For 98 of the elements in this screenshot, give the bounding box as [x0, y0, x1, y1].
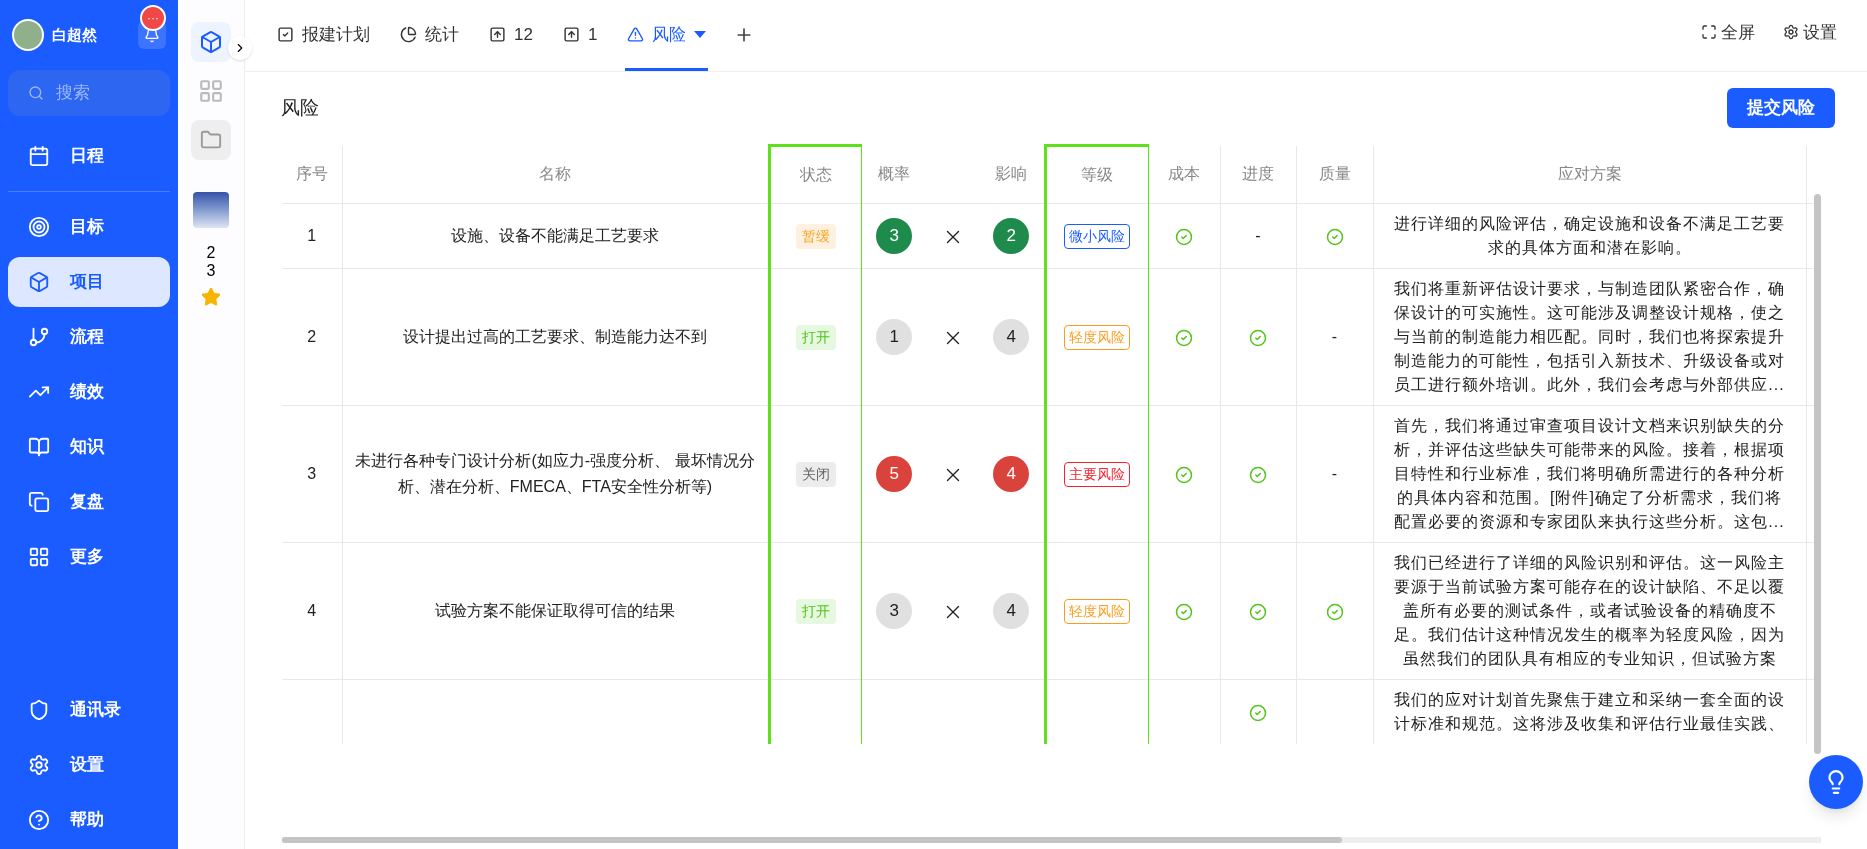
help-icon [28, 809, 50, 831]
settings-button[interactable]: 设置 [1783, 19, 1837, 45]
row-number: 4 [307, 602, 317, 619]
horizontal-scrollbar[interactable] [282, 837, 1342, 843]
cards-icon [28, 491, 50, 513]
check-icon [1249, 703, 1267, 722]
arrow-up-square-icon [562, 26, 580, 43]
row-number: 2 [307, 328, 317, 345]
search-icon [28, 85, 44, 101]
nav-item[interactable]: 目标 [8, 202, 170, 252]
fullscreen-icon [1701, 24, 1717, 41]
check-icon [1175, 602, 1193, 621]
target-icon [28, 216, 50, 238]
column-header: 等级 [1045, 145, 1148, 204]
check-icon [1175, 328, 1193, 347]
risk-level-tag: 轻度风险 [1064, 598, 1130, 624]
row-number: 1 [307, 227, 317, 244]
response-plan-text: 首先，我们将通过审查项目设计文档来识别缺失的分析，并评估这些缺失可能带来的风险。接着，根据项目特性和行业标准，我们将明确所需进行的各种分析的具体内容和范围。[附件]确定了分析需求，我们将配置必要的资源和专家团队来执行这些分析。这包... [1394, 417, 1785, 530]
column-header: 成本 [1148, 145, 1220, 204]
column-header: 概率 [861, 145, 927, 204]
check-icon [1325, 227, 1344, 246]
check-square-icon [277, 26, 294, 43]
status-tag: 关闭 [795, 461, 836, 487]
tab[interactable]: 12 [487, 1, 535, 71]
nav-item[interactable]: 项目 [8, 257, 170, 307]
nav-item[interactable]: 流程 [8, 312, 170, 362]
check-icon [1175, 227, 1193, 246]
arrow-up-square-icon [489, 26, 506, 43]
tab[interactable]: 1 [560, 1, 600, 71]
search-placeholder: 搜索 [56, 82, 90, 105]
flow-icon [28, 326, 50, 348]
status-tag: 打开 [795, 324, 836, 350]
dash-text: - [1331, 328, 1338, 345]
check-icon [1249, 602, 1267, 621]
check-icon [1175, 465, 1193, 484]
vertical-scrollbar[interactable] [1814, 194, 1821, 754]
submit-risk-button[interactable]: 提交风险 [1727, 88, 1835, 128]
column-header: 应对方案 [1373, 145, 1806, 204]
nav-item[interactable]: 更多 [8, 532, 170, 582]
star-icon [201, 287, 221, 308]
column-header: 进度 [1220, 145, 1296, 204]
pie-chart-icon [400, 26, 417, 43]
cube-icon[interactable] [191, 22, 231, 62]
cube-icon [28, 271, 50, 293]
tab[interactable]: 报建计划 [275, 1, 372, 71]
response-plan-text: 我们将重新评估设计要求，与制造团队紧密合作，确保设计的可实施性。这可能涉及调整设计规格，使之与当前的制造能力相匹配。同时，我们也将探索提升制造能力的可能性，包括引入新技术、升级设备或对员工进行额外培训。此外，我们会考虑与外部供应... [1394, 280, 1785, 393]
risk-level-tag: 轻度风险 [1064, 324, 1130, 350]
tab[interactable]: 风险 [625, 1, 709, 71]
tab[interactable]: 统计 [398, 1, 461, 71]
folder-button[interactable] [191, 120, 231, 160]
check-icon [1249, 465, 1267, 484]
dash-text: - [1331, 465, 1338, 482]
settings-icon [1783, 24, 1799, 41]
response-plan-text: 我们已经进行了详细的风险识别和评估。这一风险主要源于当前试验方案可能存在的设计缺陷、不足以覆盖所有必要的测试条件，或者试验设备的精确度不足。我们估计这种情况发生的概率为轻度风险，因为虽然我们的团队具有相应的专业知识，但试验方案 [1394, 554, 1785, 667]
settings-icon [28, 754, 50, 776]
expand-button[interactable] [228, 36, 252, 60]
column-header: 影响 [979, 145, 1045, 204]
column-header: 名称 [342, 145, 769, 204]
risk-name: 设施、设备不能满足工艺要求 [451, 227, 659, 244]
row-number: 3 [307, 465, 317, 482]
grid-icon [28, 546, 50, 568]
risk-level-tag: 微小风险 [1064, 223, 1130, 249]
caret-icon [694, 31, 707, 38]
nav-item[interactable]: 通讯录 [8, 685, 170, 735]
dash-text: - [1255, 227, 1261, 244]
warning-icon [627, 26, 645, 43]
nav-item[interactable]: 日程 [8, 131, 170, 181]
nav-item[interactable]: 复盘 [8, 477, 170, 527]
nav-item[interactable]: 设置 [8, 740, 170, 790]
fullscreen-button[interactable]: 全屏 [1701, 19, 1755, 45]
more-badge[interactable]: ··· [140, 5, 166, 31]
shield-icon [28, 699, 50, 721]
book-icon [28, 436, 50, 458]
calendar-icon [28, 145, 50, 167]
status-tag: 打开 [795, 598, 836, 624]
risk-name: 未进行各种专门设计分析(如应力-强度分析、 最坏情况分析、潜在分析、FMECA、FTA安全性分析等) [355, 452, 755, 495]
column-header: 状态 [769, 145, 861, 204]
column-header: 序号 [282, 145, 342, 204]
risk-level-tag: 主要风险 [1064, 461, 1130, 487]
response-plan-text: 我们的应对计划首先聚焦于建立和采纳一套全面的设计标准和规范。这将涉及收集和评估行业最佳实践、 [1394, 691, 1785, 732]
lightbulb-button[interactable] [1809, 755, 1863, 809]
status-tag: 暂缓 [795, 223, 836, 249]
page-title: 风险 [281, 95, 319, 120]
nav-item[interactable]: 知识 [8, 422, 170, 472]
avatar [12, 19, 44, 51]
risk-name: 试验方案不能保证取得可信的结果 [435, 602, 675, 619]
nav-item[interactable]: 绩效 [8, 367, 170, 417]
count-text: 23 [205, 244, 217, 280]
cube-glyph-icon [199, 30, 223, 54]
check-icon [1249, 328, 1267, 347]
photo-placeholder[interactable] [193, 192, 229, 228]
folder-icon [200, 129, 222, 151]
column-header: 质量 [1296, 145, 1373, 204]
user-name: 白超然 [52, 24, 97, 45]
check-icon [1325, 602, 1344, 621]
risk-name: 设计提出过高的工艺要求、制造能力达不到 [403, 328, 707, 345]
response-plan-text: 进行详细的风险评估，确定设施和设备不满足工艺要求的具体方面和潜在影响。 [1394, 215, 1785, 256]
nav-item[interactable]: 帮助 [8, 795, 170, 845]
